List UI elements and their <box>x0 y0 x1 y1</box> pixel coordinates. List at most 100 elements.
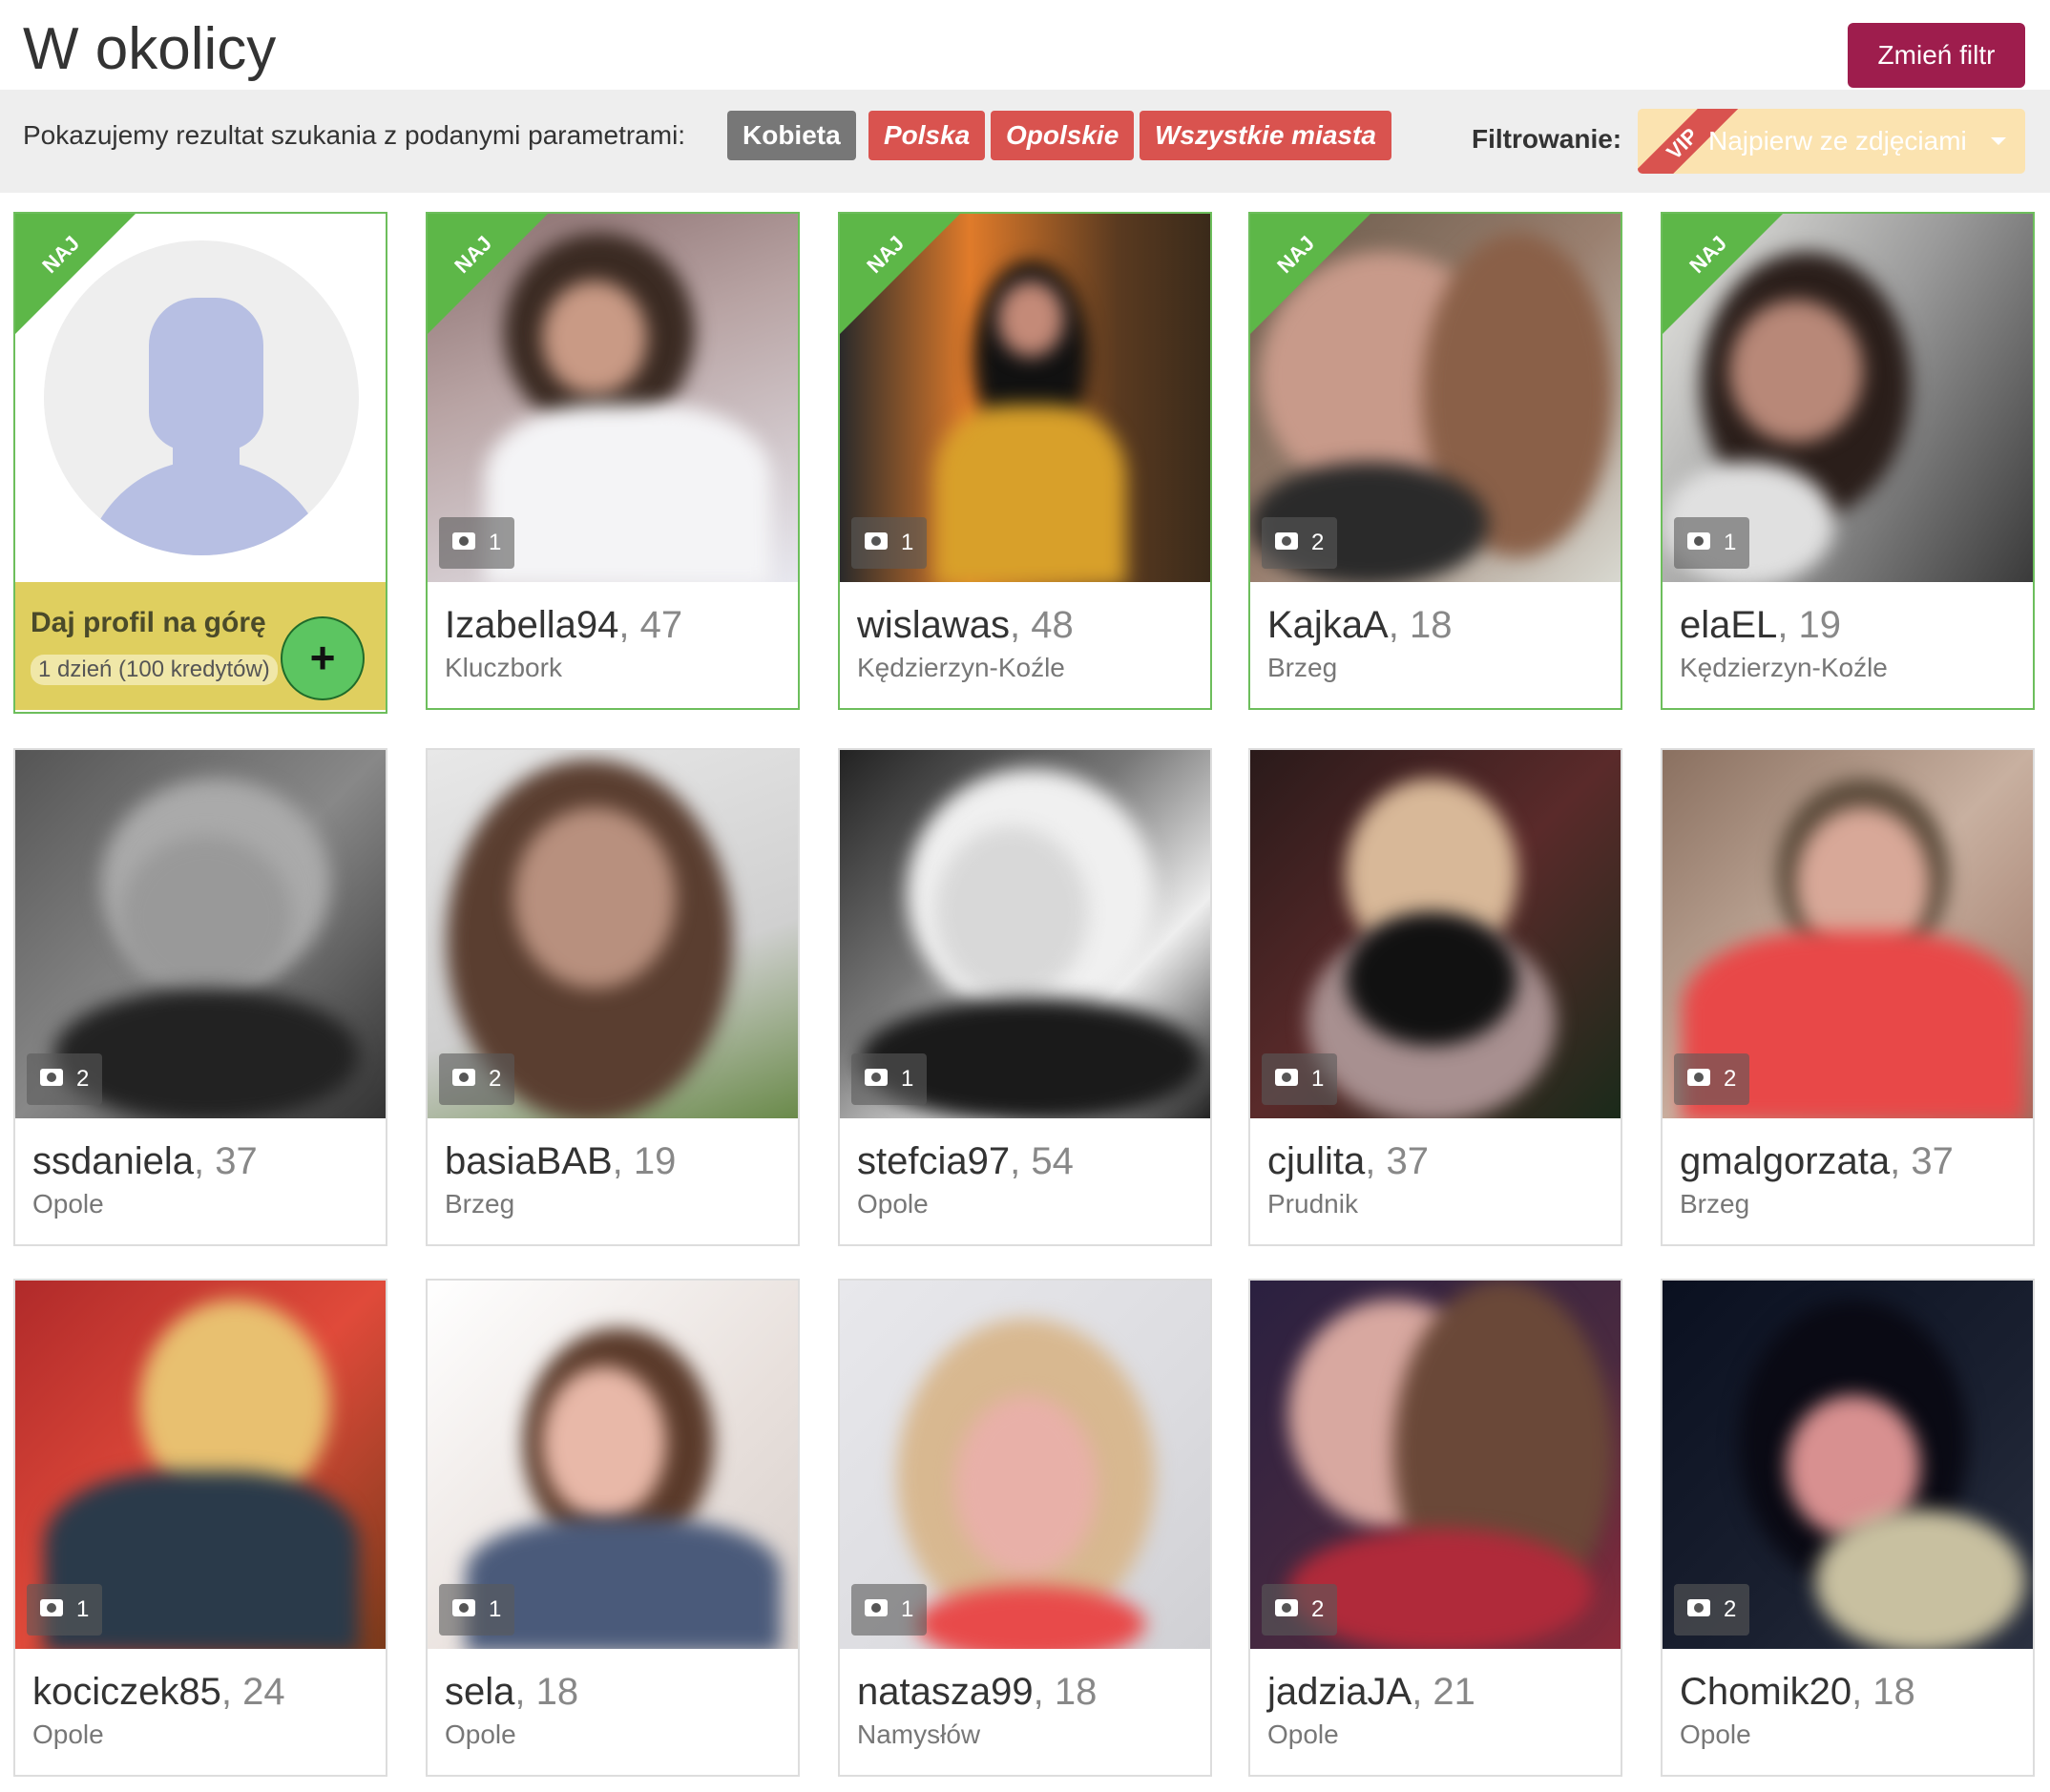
profile-card[interactable]: 2 Chomik20, 18 Opole <box>1661 1279 2035 1777</box>
profile-name[interactable]: wislawas <box>857 604 1010 646</box>
photo-count-badge: 1 <box>851 1053 928 1105</box>
photo-count-badge: 2 <box>1674 1053 1750 1105</box>
profile-city: Opole <box>32 1189 104 1219</box>
profile-city: Namysłów <box>857 1719 981 1749</box>
tag-region: Opolskie <box>991 111 1135 160</box>
filtering-label: Filtrowanie: <box>1472 124 1622 154</box>
camera-icon <box>1687 1068 1710 1086</box>
profile-age: , 18 <box>1388 604 1453 646</box>
camera-icon <box>865 531 888 550</box>
add-profile-top-button[interactable]: + <box>281 616 365 700</box>
camera-icon <box>865 1068 888 1086</box>
camera-icon <box>452 531 475 550</box>
camera-icon <box>1687 1598 1710 1616</box>
photo-count-badge: 2 <box>1262 517 1338 569</box>
profile-city: Kędzierzyn-Koźle <box>1680 653 1888 682</box>
profile-card[interactable]: NAJ 1 Izabella94, 47 Kluczbork <box>426 212 800 710</box>
camera-icon <box>1275 531 1298 550</box>
tag-gender: Kobieta <box>727 111 856 160</box>
photo-count-badge: 1 <box>1262 1053 1338 1105</box>
promo-bar: Daj profil na górę 1 dzień (100 kredytów… <box>15 582 386 710</box>
photo-count-badge: 1 <box>27 1584 103 1636</box>
profile-card[interactable]: 2 jadziaJA, 21 Opole <box>1248 1279 1622 1777</box>
profile-city: Opole <box>445 1719 516 1749</box>
camera-icon <box>452 1598 475 1616</box>
promo-title: Daj profil na górę <box>31 607 266 638</box>
profile-name[interactable]: gmalgorzata <box>1680 1140 1890 1182</box>
promo-price: 1 dzień (100 kredytów) <box>31 655 278 685</box>
profile-age: , 47 <box>618 604 683 646</box>
profile-age: , 18 <box>1851 1671 1915 1713</box>
profile-age: , 54 <box>1010 1140 1074 1182</box>
profile-card[interactable]: 1 kociczek85, 24 Opole <box>13 1279 387 1777</box>
profile-city: Opole <box>1680 1719 1751 1749</box>
profile-city: Kędzierzyn-Koźle <box>857 653 1065 682</box>
sort-select[interactable]: VIP Najpierw ze zdjęciami <box>1638 109 2025 174</box>
photo-count-badge: 1 <box>439 1584 515 1636</box>
profile-name[interactable]: basiaBAB <box>445 1140 613 1182</box>
profile-card[interactable]: NAJ 1 elaEL, 19 Kędzierzyn-Koźle <box>1661 212 2035 710</box>
profile-card[interactable]: 1 cjulita, 37 Prudnik <box>1248 748 1622 1246</box>
caret-down-icon <box>1991 137 2006 145</box>
profile-name[interactable]: ssdaniela <box>32 1140 194 1182</box>
profile-card[interactable]: 1 sela, 18 Opole <box>426 1279 800 1777</box>
profile-name[interactable]: Chomik20 <box>1680 1671 1851 1713</box>
photo-count-badge: 1 <box>851 1584 928 1636</box>
profile-name[interactable]: stefcia97 <box>857 1140 1010 1182</box>
person-silhouette-icon <box>149 298 263 450</box>
profile-name[interactable]: natasza99 <box>857 1671 1034 1713</box>
profile-age: , 21 <box>1412 1671 1475 1713</box>
photo-count-badge: 2 <box>1674 1584 1750 1636</box>
photo-count-badge: 1 <box>439 517 515 569</box>
tag-country: Polska <box>868 111 986 160</box>
profile-city: Brzeg <box>445 1189 515 1219</box>
profile-name[interactable]: kociczek85 <box>32 1671 221 1713</box>
filter-intro-text: Pokazujemy rezultat szukania z podanymi … <box>23 120 686 150</box>
profile-age: , 37 <box>194 1140 258 1182</box>
profile-age: , 18 <box>514 1671 579 1713</box>
sort-select-value: Najpierw ze zdjęciami <box>1708 126 1967 156</box>
profile-card[interactable]: NAJ 2 KajkaA, 18 Brzeg <box>1248 212 1622 710</box>
profile-name[interactable]: sela <box>445 1671 514 1713</box>
profile-city: Brzeg <box>1267 653 1338 682</box>
profile-age: , 19 <box>612 1140 677 1182</box>
camera-icon <box>40 1068 63 1086</box>
profile-city: Opole <box>32 1719 104 1749</box>
profile-city: Opole <box>857 1189 929 1219</box>
camera-icon <box>1687 531 1710 550</box>
profile-city: Kluczbork <box>445 653 562 682</box>
profile-card[interactable]: NAJ 1 wislawas, 48 Kędzierzyn-Koźle <box>838 212 1212 710</box>
profile-age: , 37 <box>1365 1140 1429 1182</box>
profile-age: , 24 <box>220 1671 285 1713</box>
tag-city: Wszystkie miasta <box>1140 111 1391 160</box>
profile-card[interactable]: 1 stefcia97, 54 Opole <box>838 748 1212 1246</box>
profile-card[interactable]: 2 gmalgorzata, 37 Brzeg <box>1661 748 2035 1246</box>
profile-card[interactable]: 1 natasza99, 18 Namysłów <box>838 1279 1212 1777</box>
change-filter-button[interactable]: Zmień filtr <box>1848 23 2025 88</box>
profile-name[interactable]: KajkaA <box>1267 604 1389 646</box>
profile-card[interactable]: 2 basiaBAB, 19 Brzeg <box>426 748 800 1246</box>
profile-age: , 37 <box>1890 1140 1954 1182</box>
camera-icon <box>1275 1068 1298 1086</box>
profile-name[interactable]: Izabella94 <box>445 604 618 646</box>
photo-count-badge: 1 <box>1674 517 1750 569</box>
promo-card[interactable]: NAJ Daj profil na górę 1 dzień (100 kred… <box>13 212 387 714</box>
profile-city: Opole <box>1267 1719 1339 1749</box>
page-title: W okolicy <box>23 16 277 82</box>
photo-count-badge: 2 <box>1262 1584 1338 1636</box>
profile-age: , 18 <box>1033 1671 1098 1713</box>
profile-name[interactable]: cjulita <box>1267 1140 1365 1182</box>
profile-age: , 48 <box>1010 604 1074 646</box>
photo-count-badge: 2 <box>439 1053 515 1105</box>
photo-count-badge: 1 <box>851 517 928 569</box>
camera-icon <box>865 1598 888 1616</box>
profile-city: Prudnik <box>1267 1189 1358 1219</box>
profile-name[interactable]: elaEL <box>1680 604 1777 646</box>
photo-count-badge: 2 <box>27 1053 103 1105</box>
profile-city: Brzeg <box>1680 1189 1750 1219</box>
filter-bar: Pokazujemy rezultat szukania z podanymi … <box>0 90 2050 193</box>
profile-card[interactable]: 2 ssdaniela, 37 Opole <box>13 748 387 1246</box>
profile-name[interactable]: jadziaJA <box>1267 1671 1412 1713</box>
camera-icon <box>452 1068 475 1086</box>
profile-age: , 19 <box>1777 604 1842 646</box>
